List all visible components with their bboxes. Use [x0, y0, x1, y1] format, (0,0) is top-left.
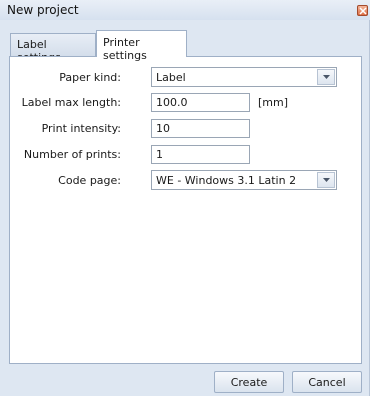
- new-project-dialog: New project Label settings Printer setti…: [0, 0, 370, 396]
- tab-label-settings[interactable]: Label settings: [10, 33, 96, 64]
- tab-printer-settings-label: Printer settings: [103, 36, 147, 62]
- label-max-length-value: 100.0: [156, 96, 188, 109]
- printer-settings-panel: Paper kind: Label Label max length: 100.…: [9, 56, 362, 364]
- code-page-label: Code page:: [58, 174, 121, 187]
- number-of-prints-label: Number of prints:: [23, 148, 121, 161]
- label-max-length-label: Label max length:: [21, 96, 121, 109]
- code-page-select[interactable]: WE - Windows 3.1 Latin 2: [151, 170, 337, 190]
- code-page-dropdown-button[interactable]: [317, 172, 335, 188]
- print-intensity-field[interactable]: 10: [151, 119, 250, 138]
- label-max-length-field[interactable]: 100.0: [151, 93, 250, 112]
- number-of-prints-field[interactable]: 1: [151, 145, 250, 164]
- code-page-value: WE - Windows 3.1 Latin 2: [156, 174, 297, 187]
- paper-kind-value: Label: [156, 71, 186, 84]
- create-button[interactable]: Create: [214, 371, 284, 393]
- number-of-prints-value: 1: [156, 148, 163, 161]
- paper-kind-dropdown-button[interactable]: [317, 69, 335, 85]
- print-intensity-label: Print intensity:: [41, 122, 121, 135]
- title-bar: New project: [0, 0, 370, 20]
- label-max-length-unit: [mm]: [258, 96, 289, 109]
- close-button[interactable]: [357, 5, 368, 16]
- close-icon: [359, 7, 367, 15]
- paper-kind-select[interactable]: Label: [151, 67, 337, 87]
- print-intensity-value: 10: [156, 122, 170, 135]
- chevron-down-icon: [323, 178, 330, 182]
- chevron-down-icon: [323, 75, 330, 79]
- tab-printer-settings[interactable]: Printer settings: [96, 30, 187, 62]
- cancel-button[interactable]: Cancel: [292, 371, 362, 393]
- window-title: New project: [7, 3, 79, 17]
- paper-kind-label: Paper kind:: [59, 71, 121, 84]
